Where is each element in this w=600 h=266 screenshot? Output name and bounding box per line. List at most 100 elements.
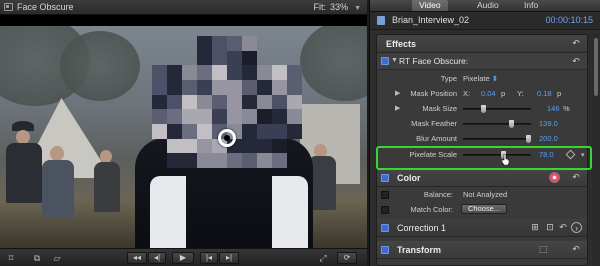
step-back-button[interactable]: ◂| (148, 252, 166, 264)
color-enable-checkbox[interactable] (381, 174, 389, 182)
blur-amount-value[interactable]: 200.0 (539, 134, 558, 143)
reset-icon[interactable]: ↶ (571, 172, 581, 182)
pixel-block (257, 94, 272, 110)
pixel-block (182, 138, 197, 154)
transform-onscreen-icon[interactable]: ⬚ (537, 244, 549, 255)
pixel-block (287, 79, 302, 95)
inspector: Video Audio Info Brian_Interview_02 00:0… (369, 0, 600, 266)
mask-feather-value[interactable]: 139.0 (539, 119, 558, 128)
pixel-block (257, 138, 272, 154)
tab-video[interactable]: Video (412, 0, 448, 11)
crop-icon[interactable]: ⧉ (30, 252, 44, 264)
color-add-icon[interactable] (549, 172, 560, 183)
play-button[interactable]: ▶ (172, 252, 194, 264)
previous-frame-button[interactable]: ◂◂ (127, 252, 147, 264)
effect-enable-checkbox[interactable] (381, 57, 389, 65)
x-value[interactable]: 0.04 (481, 89, 496, 98)
slider-thumb[interactable] (481, 105, 486, 113)
fullscreen-icon[interactable]: ⤢ (316, 252, 330, 264)
background-tree (300, 26, 367, 101)
y-value[interactable]: 0.18 (537, 89, 552, 98)
background-person (42, 160, 74, 218)
pixel-block (167, 123, 182, 139)
match-color-label: Match Color: (410, 205, 453, 214)
pixel-block (182, 153, 197, 168)
pixel-block (167, 94, 182, 110)
pixel-block (287, 94, 302, 110)
choose-button[interactable]: Choose... (461, 204, 507, 214)
reset-icon[interactable]: ↶ (557, 222, 569, 233)
tab-info[interactable]: Info (517, 0, 545, 11)
pixel-block (152, 65, 167, 80)
mask-position-row: ▶ Mask Position X: 0.04 p Y: 0.18 p (377, 88, 587, 101)
mask-feather-slider[interactable] (463, 120, 531, 128)
pixel-block (227, 36, 242, 51)
slider-thumb[interactable] (509, 120, 514, 128)
reset-icon[interactable]: ↶ (571, 38, 581, 48)
pixel-block (227, 109, 242, 124)
y-unit: p (557, 89, 562, 98)
fit-zoom-control[interactable]: Fit: 33% ▼ (314, 2, 361, 12)
mask-size-row: ▶ Mask Size 146 % (377, 103, 587, 116)
pixel-block (152, 109, 167, 124)
enhance-icon[interactable]: ⌑ (4, 252, 18, 264)
pixel-block (212, 50, 227, 66)
color-title: Color (397, 173, 421, 183)
step-forward-button[interactable]: |◂ (200, 252, 218, 264)
blur-amount-slider[interactable] (463, 135, 531, 143)
video-frame[interactable] (0, 26, 367, 248)
pixel-block (287, 123, 302, 139)
pixel-block (257, 51, 272, 66)
pixel-block (257, 123, 272, 139)
pixel-block (167, 51, 182, 66)
y-label: Y: (517, 89, 524, 98)
type-value: Pixelate (463, 74, 490, 83)
mask-icon[interactable]: ⊡ (544, 222, 556, 233)
effect-header[interactable]: ▼ RT Face Obscure: ↶ (377, 53, 587, 70)
type-label: Type (440, 74, 457, 83)
pixel-block (227, 79, 242, 95)
color-board-icon[interactable]: ⊞ (529, 222, 541, 233)
pixel-block (242, 123, 257, 139)
correction-header[interactable]: Correction 1 ⊞ ⊡ ↶ › (377, 219, 587, 237)
pixel-block (287, 51, 302, 66)
scrollbar-thumb[interactable] (594, 38, 598, 96)
subject-sleeve (272, 176, 308, 248)
mask-feather-row: Mask Feather 139.0 (377, 118, 587, 131)
transform-header[interactable]: Transform ⬚ ↶ (377, 241, 587, 259)
match-color-row: Match Color: Choose... (377, 204, 587, 217)
pixel-block (197, 65, 212, 80)
pixel-block (242, 109, 257, 124)
reset-icon[interactable]: ↶ (571, 244, 581, 254)
reset-icon[interactable]: ↶ (571, 56, 581, 66)
pixel-block (257, 36, 272, 51)
effects-heading: Effects (386, 39, 417, 49)
mask-position-target-icon[interactable] (218, 129, 236, 147)
type-popup[interactable]: Pixelate ⬍ (463, 74, 498, 83)
background-tree (60, 31, 140, 101)
mask-size-unit: % (563, 104, 570, 113)
fit-value: 33% (330, 2, 349, 12)
pixel-block (152, 51, 167, 66)
pixel-block (152, 36, 167, 51)
fit-label: Fit: (313, 2, 327, 12)
viewer: Face Obscure Fit: 33% ▼ ⌑ ⧉ ▱ ◂◂ ◂| ▶ |◂… (0, 0, 367, 266)
mask-size-slider[interactable] (463, 105, 531, 113)
navigate-arrow-icon[interactable]: › (571, 222, 582, 233)
disclosure-triangle-icon[interactable]: ▼ (391, 57, 398, 64)
subject-sleeve (150, 176, 186, 248)
loop-button[interactable]: ⟳ (337, 252, 357, 264)
color-section-header[interactable]: Color ↶ (377, 169, 587, 187)
transform-enable-checkbox[interactable] (381, 246, 389, 254)
pixel-block (272, 123, 287, 139)
slider-thumb[interactable] (526, 135, 531, 143)
distort-icon[interactable]: ▱ (50, 252, 64, 264)
mask-size-value[interactable]: 146 (547, 104, 560, 113)
tab-audio[interactable]: Audio (470, 0, 506, 11)
pixel-block (257, 109, 272, 124)
balance-row: Balance: Not Analyzed (377, 189, 587, 202)
next-frame-button[interactable]: ▸| (219, 252, 239, 264)
pixel-block (182, 79, 197, 95)
effects-section-header[interactable]: Effects ↶ (377, 35, 587, 53)
correction-enable-checkbox[interactable] (381, 224, 389, 232)
